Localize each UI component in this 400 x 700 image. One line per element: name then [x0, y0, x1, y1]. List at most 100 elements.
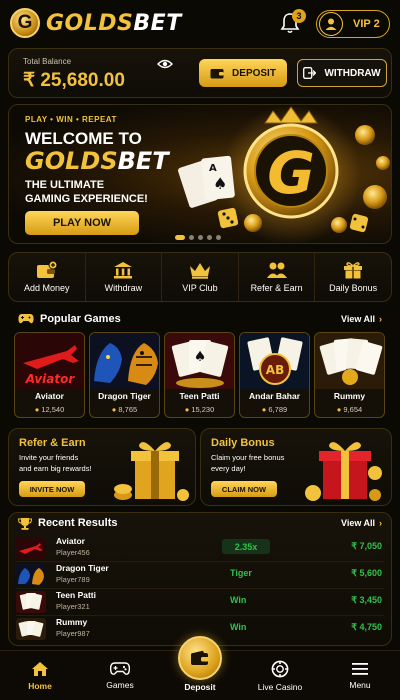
play-now-button[interactable]: PLAY NOW — [25, 211, 139, 235]
recent-results-header: Recent Results View All › — [8, 512, 392, 534]
view-all-label: View All — [340, 314, 375, 324]
result-player: Player789 — [56, 575, 90, 584]
banner-subtitle-2: GAMING EXPERIENCE! — [25, 193, 148, 205]
quick-action-vip-club[interactable]: VIP Club — [162, 253, 239, 301]
player-count-value: 6,789 — [268, 405, 288, 414]
promo-text-2: and earn big rewards! — [19, 464, 92, 473]
game-card-dragon-tiger[interactable]: Dragon Tiger ● 8,765 — [89, 332, 160, 418]
result-game: Teen Patti — [56, 590, 96, 600]
withdraw-icon — [303, 67, 317, 79]
popular-games-view-all[interactable]: View All › — [341, 314, 382, 324]
gift-icon — [344, 262, 363, 279]
bank-icon — [114, 262, 133, 279]
user-icon — [319, 12, 343, 36]
popular-games-header: Popular Games View All › — [8, 308, 392, 330]
result-row[interactable]: Dragon Tiger Player789 Tiger ₹ 5,600 — [16, 563, 384, 587]
eye-icon[interactable] — [157, 58, 173, 70]
result-row[interactable]: Teen Patti Player321 Win ₹ 3,450 — [16, 590, 384, 614]
promo-card-refer[interactable]: Refer & Earn Invite your friends and ear… — [8, 428, 196, 506]
wallet-icon — [191, 650, 209, 665]
chevron-right-icon: › — [379, 518, 382, 528]
game-card-aviator[interactable]: Aviator Aviator ● 12,540 — [14, 332, 85, 418]
logo-wordmark-white: BET — [133, 10, 182, 36]
withdraw-button[interactable]: WITHDRAW — [297, 59, 387, 87]
game-name: Teen Patti — [179, 391, 220, 401]
quick-action-withdraw[interactable]: Withdraw — [86, 253, 163, 301]
gamepad-icon — [110, 662, 130, 675]
view-all-label: View All — [340, 518, 375, 528]
result-status: 2.35x — [222, 539, 270, 554]
invite-now-button[interactable]: INVITE NOW — [19, 481, 85, 497]
result-amount: ₹ 3,450 — [351, 595, 382, 605]
game-name: Dragon Tiger — [98, 391, 151, 401]
rummy-cards-icon — [315, 333, 384, 389]
gold-gift-icon — [114, 442, 189, 501]
banner-subtitle-1: THE ULTIMATE — [25, 179, 105, 191]
result-player: Player321 — [56, 602, 90, 611]
game-player-count: ● 12,540 — [15, 405, 84, 414]
quick-action-daily-bonus[interactable]: Daily Bonus — [315, 253, 391, 301]
deposit-button[interactable]: DEPOSIT — [199, 59, 287, 87]
hamburger-menu-icon — [352, 663, 368, 675]
deposit-button-label: DEPOSIT — [232, 67, 276, 79]
carousel-dot[interactable] — [207, 235, 212, 240]
casino-chip-icon — [271, 660, 289, 678]
andar-bahar-icon: AB — [240, 333, 309, 389]
result-amount: ₹ 7,050 — [351, 541, 382, 551]
game-card-andar-bahar[interactable]: AB Andar Bahar ● 6,789 — [239, 332, 310, 418]
recent-results-title: Recent Results — [38, 517, 118, 529]
quick-action-label: Refer & Earn — [250, 283, 303, 293]
game-player-count: ● 6,789 — [240, 405, 309, 414]
promo-title: Daily Bonus — [211, 437, 275, 449]
quick-action-label: Daily Bonus — [329, 283, 378, 293]
banner-artwork: A ♠ G — [178, 105, 390, 243]
nav-deposit-button[interactable] — [178, 636, 222, 680]
carousel-dot[interactable] — [175, 235, 185, 240]
carousel-dot[interactable] — [189, 235, 194, 240]
banner-carousel-dots[interactable] — [175, 235, 221, 240]
carousel-dot[interactable] — [198, 235, 203, 240]
claim-now-button[interactable]: CLAIM NOW — [211, 481, 277, 497]
chevron-right-icon: › — [379, 314, 382, 324]
game-player-count: ● 9,654 — [315, 405, 384, 414]
game-name: Andar Bahar — [248, 391, 300, 401]
promo-text-1: Claim your free bonus — [211, 453, 285, 462]
game-card-teen-patti[interactable]: ♠ Teen Patti ● 15,230 — [164, 332, 235, 418]
quick-action-label: VIP Club — [182, 283, 218, 293]
home-icon — [32, 662, 48, 676]
game-card-rummy[interactable]: Rummy ● 9,654 — [314, 332, 385, 418]
banner-tagline: PLAY • WIN • REPEAT — [25, 115, 117, 124]
nav-home[interactable]: Home — [0, 651, 80, 700]
logo-wordmark[interactable]: GOLDSBET — [46, 11, 182, 36]
promo-banner[interactable]: A ♠ G PLAY • WIN • REPEAT WELCOME TO GOL… — [8, 104, 392, 244]
quick-action-refer-earn[interactable]: Refer & Earn — [239, 253, 316, 301]
divider — [16, 561, 384, 562]
quick-action-add-money[interactable]: Add Money — [9, 253, 86, 301]
svg-text:A: A — [209, 163, 217, 174]
promo-card-daily-bonus[interactable]: Daily Bonus Claim your free bonus every … — [200, 428, 392, 506]
result-status: Win — [230, 622, 247, 632]
divider — [16, 588, 384, 589]
cards-icon: ♠ — [165, 333, 234, 389]
rummy-thumb-icon — [16, 618, 46, 640]
banner-brand-gold: GOLDS — [25, 147, 118, 175]
nav-label: Games — [106, 680, 134, 690]
svg-text:G: G — [267, 139, 315, 207]
result-row[interactable]: Aviator Player456 2.35x ₹ 7,050 — [16, 536, 384, 560]
carousel-dot[interactable] — [216, 235, 221, 240]
vip-profile-button[interactable]: VIP 2 — [316, 10, 390, 38]
nav-games[interactable]: Games — [80, 651, 160, 700]
trophy-icon — [18, 517, 32, 530]
player-count-value: 8,765 — [118, 405, 138, 414]
logo-icon[interactable]: G — [10, 8, 40, 38]
quick-action-label: Withdraw — [104, 283, 143, 293]
recent-results-view-all[interactable]: View All › — [341, 518, 382, 528]
vip-level-label: VIP 2 — [353, 18, 380, 30]
result-amount: ₹ 5,600 — [351, 568, 382, 578]
red-gift-icon — [305, 442, 382, 501]
aviator-thumb-icon — [16, 537, 46, 559]
teen-patti-thumb-icon — [16, 591, 46, 613]
nav-menu[interactable]: Menu — [320, 651, 400, 700]
result-game: Dragon Tiger — [56, 563, 109, 573]
nav-live-casino[interactable]: Live Casino — [240, 651, 320, 700]
